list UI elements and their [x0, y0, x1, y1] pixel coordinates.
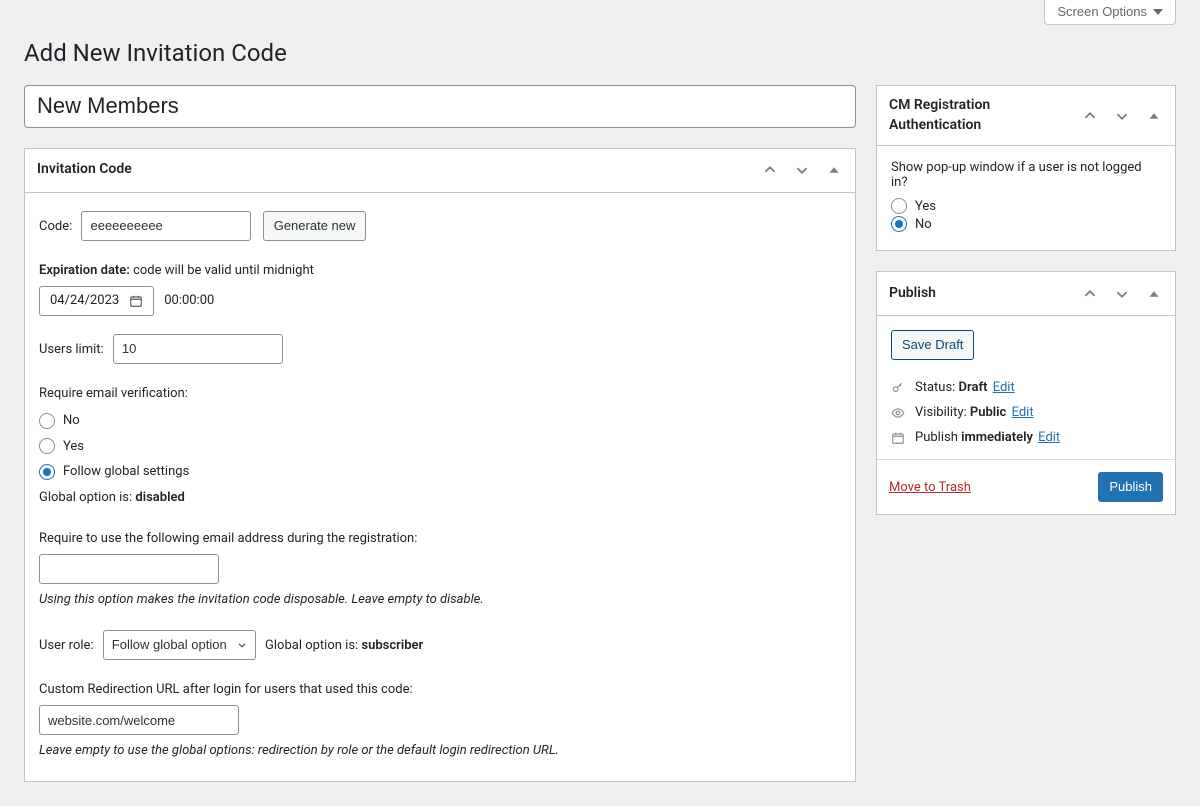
- generate-new-button[interactable]: Generate new: [263, 211, 367, 241]
- calendar-icon: [129, 294, 143, 308]
- code-label: Code:: [39, 215, 72, 238]
- toggle-panel-button[interactable]: [1139, 279, 1169, 309]
- toggle-panel-button[interactable]: [819, 155, 849, 185]
- chevron-down-icon: [1113, 285, 1131, 303]
- require-email-input[interactable]: [39, 554, 219, 584]
- status-value: Draft: [959, 380, 988, 395]
- chevron-up-icon: [761, 161, 779, 179]
- redirect-help: Leave empty to use the global options: r…: [39, 739, 841, 762]
- visibility-value: Public: [970, 405, 1006, 420]
- email-verif-option-global[interactable]: Follow global settings: [39, 460, 841, 483]
- redirect-label: Custom Redirection URL after login for u…: [39, 678, 841, 701]
- radio-label-no: No: [63, 409, 80, 432]
- email-verif-option-no[interactable]: No: [39, 409, 841, 432]
- key-icon: [891, 381, 907, 395]
- require-email-label: Require to use the following email addre…: [39, 527, 841, 550]
- publish-button[interactable]: Publish: [1098, 472, 1163, 502]
- publish-time-value: immediately: [961, 430, 1033, 445]
- visibility-edit-link[interactable]: Edit: [1012, 405, 1034, 420]
- toggle-panel-button[interactable]: [1139, 101, 1169, 131]
- users-limit-label: Users limit:: [39, 338, 104, 361]
- move-up-button[interactable]: [1075, 279, 1105, 309]
- eye-icon: [891, 406, 907, 420]
- expiration-date-value: 04/24/2023: [50, 289, 119, 312]
- auth-option-yes[interactable]: Yes: [891, 198, 1161, 214]
- publish-time-label: Publish: [915, 430, 961, 445]
- page-title: Add New Invitation Code: [24, 39, 1176, 67]
- triangle-up-icon: [1145, 107, 1163, 125]
- calendar-icon: [891, 431, 907, 445]
- move-up-button[interactable]: [1075, 101, 1105, 131]
- move-to-trash-link[interactable]: Move to Trash: [889, 480, 971, 495]
- move-down-button[interactable]: [1107, 279, 1137, 309]
- radio-label-global: Follow global settings: [63, 460, 189, 483]
- move-down-button[interactable]: [787, 155, 817, 185]
- expiration-label: Expiration date:: [39, 263, 130, 278]
- chevron-down-icon: [793, 161, 811, 179]
- move-up-button[interactable]: [755, 155, 785, 185]
- code-input[interactable]: [81, 211, 251, 241]
- registration-auth-box: CM Registration Authentication Show pop-…: [876, 85, 1176, 251]
- invitation-code-box: Invitation Code: [24, 148, 856, 782]
- registration-auth-heading: CM Registration Authentication: [877, 86, 1075, 145]
- user-role-label: User role:: [39, 634, 94, 657]
- radio-label-yes: Yes: [63, 435, 84, 458]
- chevron-down-icon: [1113, 107, 1131, 125]
- visibility-label: Visibility:: [915, 405, 970, 420]
- move-down-button[interactable]: [1107, 101, 1137, 131]
- email-verification-label: Require email verification:: [39, 382, 841, 405]
- post-title-input[interactable]: [24, 85, 856, 128]
- expiration-date-input[interactable]: 04/24/2023: [39, 286, 154, 316]
- publish-heading: Publish: [877, 274, 1075, 314]
- chevron-up-icon: [1081, 107, 1099, 125]
- chevron-up-icon: [1081, 285, 1099, 303]
- email-verif-global-value: disabled: [135, 490, 184, 505]
- auth-question: Show pop-up window if a user is not logg…: [891, 160, 1161, 190]
- users-limit-input[interactable]: [113, 334, 283, 364]
- triangle-up-icon: [1145, 285, 1163, 303]
- expiration-time: 00:00:00: [164, 289, 214, 312]
- chevron-down-icon: [1153, 9, 1163, 15]
- save-draft-button[interactable]: Save Draft: [891, 330, 974, 360]
- redirect-url-input[interactable]: [39, 705, 239, 735]
- status-edit-link[interactable]: Edit: [993, 380, 1015, 395]
- require-email-help: Using this option makes the invitation c…: [39, 588, 841, 611]
- user-role-select[interactable]: Follow global option: [103, 630, 256, 660]
- radio-label-no: No: [915, 217, 932, 232]
- invitation-code-heading: Invitation Code: [25, 150, 755, 190]
- role-global-prefix: Global option is:: [265, 638, 361, 653]
- expiration-suffix: code will be valid until midnight: [133, 263, 314, 278]
- role-global-value: subscriber: [361, 638, 423, 653]
- screen-options-button[interactable]: Screen Options: [1044, 0, 1176, 25]
- status-label: Status:: [915, 380, 959, 395]
- auth-option-no[interactable]: No: [891, 216, 1161, 232]
- email-verif-option-yes[interactable]: Yes: [39, 435, 841, 458]
- publish-box: Publish Save Draft Status: Draft: [876, 271, 1176, 515]
- publish-time-edit-link[interactable]: Edit: [1038, 430, 1060, 445]
- screen-options-label: Screen Options: [1057, 4, 1147, 19]
- triangle-up-icon: [825, 161, 843, 179]
- radio-label-yes: Yes: [915, 199, 936, 214]
- email-verif-global-prefix: Global option is:: [39, 490, 135, 505]
